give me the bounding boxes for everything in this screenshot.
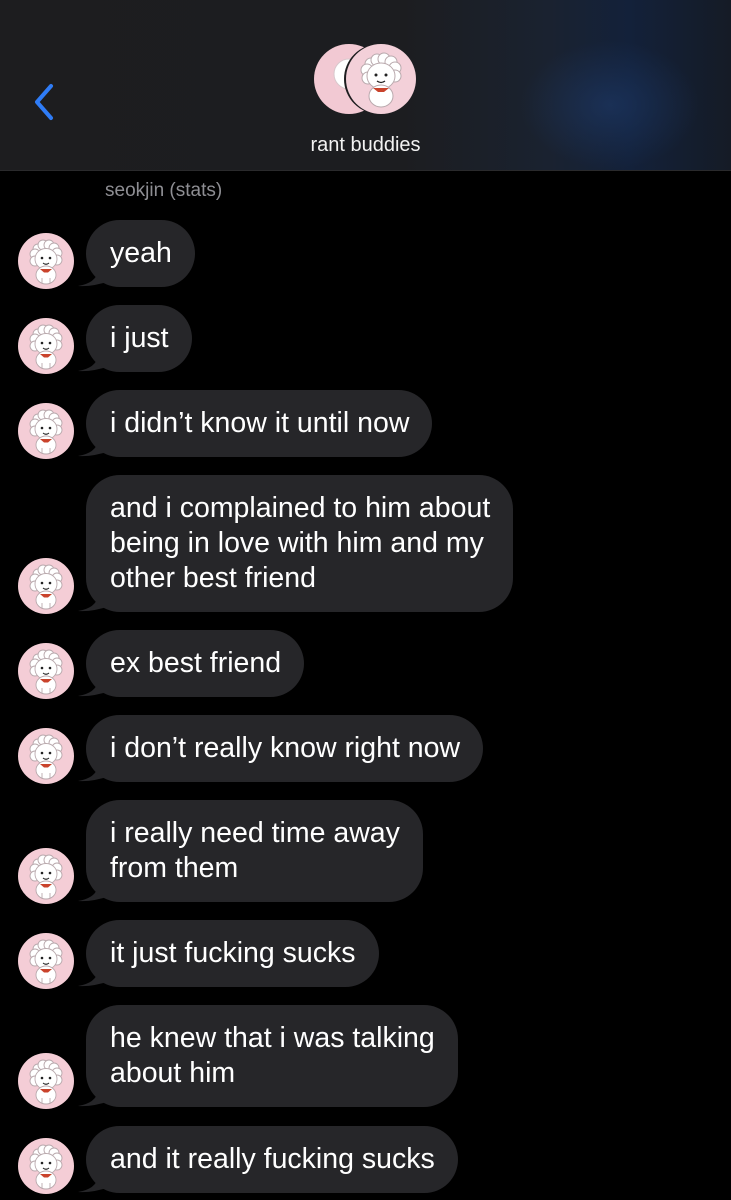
rj-character-icon [29, 854, 63, 900]
message-bubble[interactable]: i don’t really know right now [86, 715, 484, 782]
rj-character-icon [29, 324, 63, 370]
sender-avatar[interactable] [18, 643, 74, 699]
rj-character-icon [29, 409, 63, 455]
sender-avatar[interactable] [18, 318, 74, 374]
message-bubble[interactable]: i really need time away from them [86, 800, 423, 902]
sender-avatar[interactable] [18, 1053, 74, 1109]
sender-name: seokjin (stats) [105, 180, 223, 201]
sender-avatar[interactable] [18, 933, 74, 989]
message-bubble[interactable]: and i complained to him about being in l… [86, 475, 514, 612]
sender-avatar[interactable] [18, 558, 74, 614]
rj-character-icon [29, 734, 63, 780]
message-bubble[interactable]: and it really fucking sucks [86, 1126, 458, 1193]
sender-avatar[interactable] [18, 728, 74, 784]
rj-character-icon [29, 239, 63, 285]
sender-avatar[interactable] [18, 403, 74, 459]
sender-avatar[interactable] [18, 1138, 74, 1194]
chevron-left-icon [35, 84, 53, 120]
message-bubble[interactable]: yeah [86, 220, 195, 287]
message-bubble[interactable]: it just fucking sucks [86, 920, 379, 987]
chat-header: rant buddies [0, 0, 731, 171]
message-bubble[interactable]: i didn’t know it until now [86, 390, 433, 457]
rj-character-icon [29, 1144, 63, 1190]
back-button[interactable] [30, 82, 60, 122]
member-avatar [346, 44, 416, 114]
group-avatar[interactable] [314, 44, 418, 116]
rj-character-icon [29, 939, 63, 985]
rj-character-icon [360, 52, 402, 108]
message-bubble[interactable]: he knew that i was talking about him [86, 1005, 458, 1107]
message-bubble[interactable]: ex best friend [86, 630, 305, 697]
sender-avatar[interactable] [18, 233, 74, 289]
rj-character-icon [29, 1059, 63, 1105]
rj-character-icon [29, 564, 63, 610]
sender-avatar[interactable] [18, 848, 74, 904]
message-bubble[interactable]: i just [86, 305, 192, 372]
conversation-title[interactable]: rant buddies [0, 134, 731, 157]
rj-character-icon [29, 649, 63, 695]
